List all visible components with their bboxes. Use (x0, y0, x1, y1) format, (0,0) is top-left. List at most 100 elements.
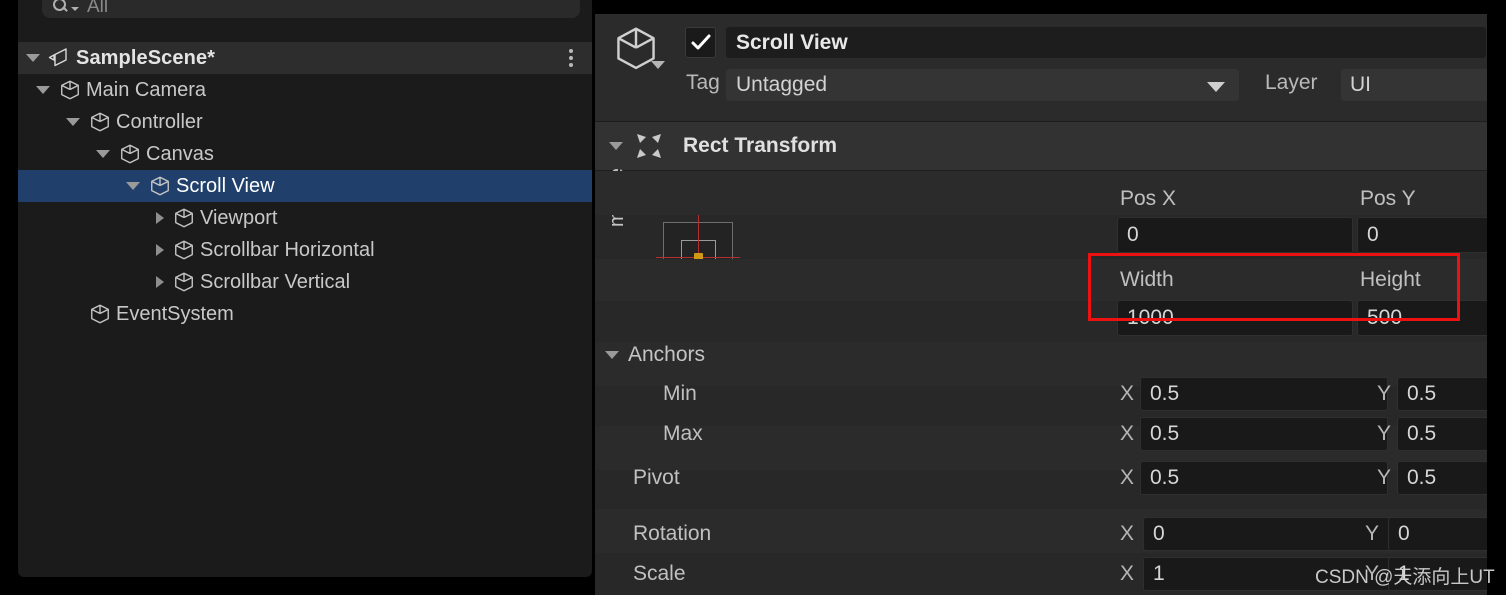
search-dropdown-caret-icon[interactable] (71, 7, 79, 11)
scene-name: SampleScene* (76, 46, 216, 69)
hierarchy-item-scroll-view[interactable]: Scroll View (18, 170, 592, 202)
rect-transform-component-header[interactable]: Rect Transform (595, 122, 1487, 171)
rect-transform-icon (637, 134, 661, 158)
pos-x-label: Pos X (1120, 187, 1177, 210)
gameobject-active-checkbox[interactable] (685, 27, 716, 58)
pos-x-input[interactable]: 0 (1117, 217, 1353, 253)
rotation-x-value: 0 (1153, 522, 1165, 545)
pivot-x-input[interactable]: 0.5 (1140, 461, 1388, 495)
scene-row[interactable]: SampleScene* (18, 42, 592, 74)
component-title: Rect Transform (683, 134, 838, 157)
foldout-right-icon[interactable] (156, 276, 164, 288)
anchor-min-x-input[interactable]: 0.5 (1140, 377, 1388, 411)
unity-logo-icon (48, 48, 67, 67)
hierarchy-search-field[interactable]: All (42, 0, 580, 18)
row-stripe (595, 259, 1487, 301)
foldout-down-icon[interactable] (36, 86, 50, 94)
pos-y-label: Pos Y (1360, 187, 1416, 210)
inspector-panel: Scroll View Tag Untagged Layer UI Rect T… (595, 14, 1487, 595)
rotation-y-value: 0 (1398, 522, 1410, 545)
checkmark-icon (691, 34, 711, 50)
gameobject-icon-dropdown-arrow-icon[interactable] (651, 61, 665, 69)
hierarchy-item-label: Scrollbar Horizontal (200, 238, 375, 261)
anchor-min-x-axis-label: X (1120, 382, 1135, 405)
rotation-y-axis-label: Y (1365, 522, 1380, 545)
chevron-down-icon (1207, 82, 1225, 92)
scale-label: Scale (633, 562, 686, 585)
anchor-max-y-axis-label: Y (1377, 422, 1392, 445)
anchor-max-label: Max (663, 422, 703, 445)
layer-value: UI (1350, 73, 1371, 96)
search-input-value: All (87, 0, 109, 17)
hierarchy-item-label: Canvas (146, 142, 214, 165)
anchors-section-header[interactable]: Anchors (605, 343, 705, 367)
gameobject-name-value: Scroll View (736, 30, 848, 54)
pivot-x-value: 0.5 (1150, 466, 1180, 489)
anchor-max-y-input[interactable]: 0.5 (1397, 417, 1487, 451)
width-label: Width (1120, 268, 1174, 291)
foldout-down-icon[interactable] (126, 182, 140, 190)
pos-x-value: 0 (1127, 223, 1139, 246)
gameobject-cube-icon (61, 80, 79, 100)
pivot-y-axis-label: Y (1377, 466, 1392, 489)
hierarchy-item-label: Controller (116, 110, 203, 133)
gameobject-cube-icon (91, 112, 109, 132)
anchor-min-x-value: 0.5 (1150, 382, 1180, 405)
rotation-x-input[interactable]: 0 (1143, 517, 1391, 551)
gameobject-cube-icon (151, 176, 169, 196)
foldout-down-icon[interactable] (96, 150, 110, 158)
gameobject-cube-icon (121, 144, 139, 164)
pos-y-input[interactable]: 0 (1357, 217, 1487, 253)
layer-label: Layer (1265, 71, 1318, 94)
foldout-right-icon[interactable] (156, 212, 164, 224)
foldout-down-icon[interactable] (66, 118, 80, 126)
watermark: CSDN @天添向上UT (1315, 567, 1495, 588)
anchor-min-y-axis-label: Y (1377, 382, 1392, 405)
tag-label: Tag (686, 71, 720, 94)
gameobject-cube-icon (175, 272, 193, 292)
hierarchy-item-main-camera[interactable]: Main Camera (18, 74, 592, 106)
scale-x-value: 1 (1153, 562, 1165, 585)
rotation-y-input[interactable]: 0 (1388, 517, 1487, 551)
anchors-label: Anchors (628, 343, 706, 366)
pivot-y-input[interactable]: 0.5 (1397, 461, 1487, 495)
anchor-max-x-axis-label: X (1120, 422, 1135, 445)
no-foldout-spacer (66, 310, 80, 318)
hierarchy-item-scrollbar-horizontal[interactable]: Scrollbar Horizontal (18, 234, 592, 266)
hierarchy-item-canvas[interactable]: Canvas (18, 138, 592, 170)
rotation-x-axis-label: X (1120, 522, 1135, 545)
scale-x-axis-label: X (1120, 562, 1135, 585)
hierarchy-item-controller[interactable]: Controller (18, 106, 592, 138)
rotation-label: Rotation (633, 522, 712, 545)
height-value: 500 (1367, 306, 1403, 329)
hierarchy-item-viewport[interactable]: Viewport (18, 202, 592, 234)
pos-y-value: 0 (1367, 223, 1379, 246)
hierarchy-item-label: Scroll View (176, 174, 275, 197)
pivot-x-axis-label: X (1120, 466, 1135, 489)
width-input[interactable]: 1000 (1117, 300, 1353, 336)
tag-dropdown[interactable]: Untagged (726, 69, 1239, 101)
height-label: Height (1360, 268, 1421, 291)
anchor-min-y-value: 0.5 (1407, 382, 1437, 405)
hierarchy-item-eventsystem[interactable]: EventSystem (18, 298, 592, 330)
hierarchy-item-scrollbar-vertical[interactable]: Scrollbar Vertical (18, 266, 592, 298)
gameobject-cube-icon (175, 208, 193, 228)
anchor-min-y-input[interactable]: 0.5 (1397, 377, 1487, 411)
anchor-max-y-value: 0.5 (1407, 422, 1437, 445)
row-stripe (595, 171, 1487, 215)
hierarchy-item-label: Scrollbar Vertical (200, 270, 351, 293)
scene-foldout-icon[interactable] (26, 54, 40, 62)
search-icon (52, 0, 70, 15)
anchor-max-x-input[interactable]: 0.5 (1140, 417, 1388, 451)
pivot-label: Pivot (633, 466, 680, 489)
anchors-foldout-icon[interactable] (605, 351, 619, 359)
layer-dropdown[interactable]: UI (1341, 69, 1487, 101)
foldout-right-icon[interactable] (156, 244, 164, 256)
kebab-menu-icon[interactable] (566, 46, 576, 70)
component-foldout-icon[interactable] (609, 142, 623, 150)
hierarchy-panel: All SampleScene* Main Camera Controller Ca… (18, 0, 592, 577)
gameobject-name-input[interactable]: Scroll View (726, 27, 1486, 58)
height-input[interactable]: 500 (1357, 300, 1487, 336)
gameobject-cube-icon (175, 240, 193, 260)
hierarchy-item-label: Main Camera (86, 78, 207, 101)
